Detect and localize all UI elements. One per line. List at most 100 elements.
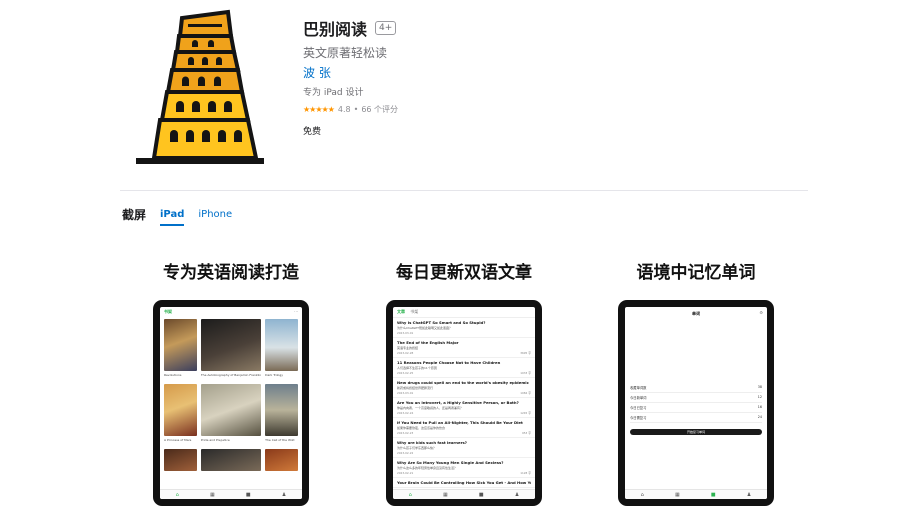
ipad-screen: 书架 ⋯ Revolutions The Autobiography of Be… [160,307,302,499]
book-cover: A Princess of Mars [164,384,197,446]
article-meta: 2023-02-22 [397,451,531,455]
article-item: Why Is ChatGPT So Smart and So Stupid? 为… [393,318,535,338]
vocab-value: 12 [757,395,762,399]
article-subtitle: 英语专业的终结 [397,346,419,350]
article-meta: 2023-02-24 1245 字 [397,411,531,415]
book-cover-image [164,319,197,371]
book-cover: Dark Trilogy [265,319,298,381]
screenshots-title: 截屏 [122,208,147,222]
article-count: 1033 字 [520,371,531,375]
profile-icon: ♟ [514,491,520,498]
tab-iphone[interactable]: iPhone [198,209,232,226]
screen-tab-bar: ⌂ ▦ ■ ♟ [393,489,535,499]
article-list: Why Is ChatGPT So Smart and So Stupid? 为… [393,318,535,488]
article-date: 2023-03-01 [397,391,414,395]
screen-top-bar: 文章 书架 [393,307,535,318]
book-cover-image [164,384,197,436]
article-title: Why Is ChatGPT So Smart and So Stupid? [397,320,486,325]
home-icon: ⌂ [175,491,179,498]
book-label: Revolutions [164,373,182,377]
article-item: If You Need to Pull an All-Nighter, This… [393,418,535,438]
grid-icon: ▦ [674,491,680,498]
tab-bookshelf: 书架 [410,309,419,314]
screenshot-articles[interactable]: 文章 书架 Why Is ChatGPT So Smart and So Stu… [386,300,542,506]
article-title: New drugs could spell an end to the worl… [397,380,529,385]
screenshot-vocabulary[interactable]: 单词 ⚙ 收藏单词数 38 今日新单词 12 今日已复习 16 今日需复习 24 开始复… [618,300,774,506]
article-meta: 2023-02-25 1033 字 [397,371,531,375]
article-title: 11 Reasons People Choose Not to Have Chi… [397,360,501,365]
vocab-row: 今日新单词 12 [630,393,762,403]
app-title: 巴别阅读 [303,20,368,39]
grid-icon: ▦ [442,491,448,498]
vocab-row: 收藏单词数 38 [630,383,762,393]
article-date: 2023-02-21 [397,471,414,475]
ipad-screen: 文章 书架 Why Is ChatGPT So Smart and So Stu… [393,307,535,499]
article-count: 1128 字 [520,471,531,475]
book-label: The Call of the Wild [265,438,295,442]
app-subtitle: 英文原著轻松读 [303,46,388,60]
developer-link[interactable]: 波 张 [303,64,331,81]
article-count: 953 字 [521,431,531,435]
article-title: Why Are So Many Young Men Single And Sex… [397,460,504,465]
article-count: 1084 字 [520,391,531,395]
article-date: 2023-02-24 [397,411,414,415]
ipad-screen: 单词 ⚙ 收藏单词数 38 今日新单词 12 今日已复习 16 今日需复习 24 开始复… [625,307,767,499]
vocab-value: 38 [757,385,762,389]
vocab-label: 今日新单词 [630,396,647,400]
screenshot-caption: 专为英语阅读打造 [163,263,299,283]
article-meta: 2023-02-23 953 字 [397,431,531,435]
article-title: Why are kids such fast learners? [397,440,467,445]
article-count: 3695 字 [520,351,531,355]
screen-title: 单词 [692,311,700,316]
vocab-value: 24 [757,415,762,419]
article-title: The End of the English Major [397,340,459,345]
profile-icon: ♟ [746,491,752,498]
device-tabs: iPad iPhone [160,209,246,226]
screen-tab-bar: ⌂ ▦ ■ ♟ [625,489,767,499]
vocab-row: 今日已复习 16 [630,403,762,413]
home-icon: ⌂ [408,491,412,498]
tab-ipad[interactable]: iPad [160,209,185,226]
article-subtitle: 为什么这么多的年轻男性单身且没有性生活？ [397,466,458,470]
article-count: 1245 字 [520,411,531,415]
book-label: A Princess of Mars [164,438,192,442]
article-item: 11 Reasons People Choose Not to Have Chi… [393,358,535,378]
article-title: Are You an Introvert, a Highly Sensitive… [397,400,519,405]
designed-for-label: 专为 iPad 设计 [303,88,364,98]
article-subtitle: 你是内向者，一个高度敏感的人，还是两者兼有？ [397,406,464,410]
vocab-label: 今日需复习 [630,416,647,420]
article-item: Are You an Introvert, a Highly Sensitive… [393,398,535,418]
book-icon: ■ [245,491,251,498]
article-meta: 2023-02-28 3695 字 [397,351,531,355]
screen-top-bar: 书架 ⋯ [160,307,302,315]
article-subtitle: 为什么孩子们学东西那么快？ [397,446,437,450]
article-title: Your Brain Could Be Controlling How Sick… [397,480,531,485]
book-label: The Autobiography of Benjamin Franklin [200,373,262,377]
book-icon: ■ [710,491,716,498]
book-label: Dark Trilogy [265,373,284,377]
article-item: The End of the English Major 英语专业的终结 202… [393,338,535,358]
book-cover: Pride and Prejudice [200,384,262,446]
article-item: Your Brain Could Be Controlling How Sick… [393,478,535,488]
article-date: 2023-02-22 [397,451,414,455]
book-cover-image [200,384,262,436]
home-icon: ⌂ [640,491,644,498]
book-cover-image [265,384,298,436]
article-date: 2023-02-28 [397,351,414,355]
tower-of-babel-icon [136,9,264,164]
article-date: 2023-02-25 [397,371,414,375]
book-cover: The Call of the Wild [265,384,298,446]
book-cover-image [200,319,262,371]
article-subtitle: 新药或将终结世界肥胖流行 [397,386,434,390]
start-review-button: 开始复习单词 [630,429,762,435]
screenshot-library[interactable]: 书架 ⋯ Revolutions The Autobiography of Be… [153,300,309,506]
article-subtitle: 为什么ChatGPT既如此聪明又如此愚蠢？ [397,326,452,330]
grid-icon: ▦ [209,491,215,498]
screen-tab-bar: ⌂ ▦ ■ ♟ [160,489,302,499]
article-item: New drugs could spell an end to the worl… [393,378,535,398]
article-title: If You Need to Pull an All-Nighter, This… [397,420,523,425]
vocab-value: 16 [757,405,762,409]
article-item: Why are kids such fast learners? 为什么孩子们学… [393,438,535,458]
rating-value: 4.8 [337,105,351,114]
vocab-label: 收藏单词数 [630,386,647,390]
